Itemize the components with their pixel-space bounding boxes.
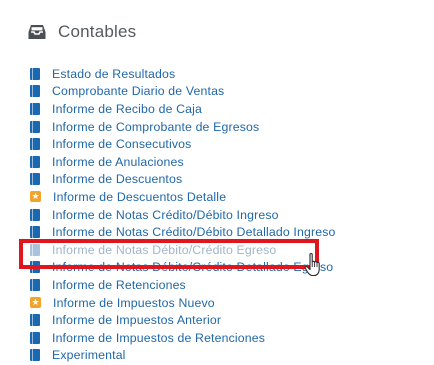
report-link[interactable]: Comprobante Diario de Ventas [30, 83, 336, 101]
report-link[interactable]: Informe de Impuestos de Retenciones [30, 329, 336, 347]
report-link[interactable]: Informe de Retenciones [30, 276, 336, 294]
report-link[interactable]: ★ Informe de Descuentos Detalle [30, 188, 336, 206]
contables-panel: Contables Estado de Resultados Comprobant… [0, 0, 434, 365]
report-label: Informe de Impuestos Nuevo [53, 295, 215, 310]
section-title: Contables [58, 22, 137, 41]
book-icon [30, 349, 40, 362]
book-icon [30, 102, 40, 115]
report-link[interactable]: Informe de Recibo de Caja [30, 100, 336, 118]
report-label: Informe de Impuestos de Retenciones [52, 330, 266, 345]
report-label: Estado de Resultados [52, 66, 176, 81]
report-link[interactable]: Estado de Resultados [30, 65, 336, 83]
report-link[interactable]: Experimental [30, 347, 336, 365]
star-icon: ★ [30, 191, 41, 203]
book-icon [30, 120, 40, 133]
book-icon [30, 85, 40, 98]
book-icon [30, 331, 40, 344]
inbox-icon [28, 25, 46, 39]
report-label: Informe de Impuestos Anterior [52, 313, 222, 328]
report-label: Informe de Comprobante de Egresos [52, 119, 260, 134]
report-label: Informe de Consecutivos [52, 137, 192, 152]
report-label: Experimental [52, 348, 126, 363]
highlight-box [19, 239, 319, 269]
report-label: Informe de Retenciones [52, 277, 186, 292]
report-link[interactable]: Informe de Notas Crédito/Débito Ingreso [30, 206, 336, 224]
book-icon [30, 67, 40, 80]
report-label: Informe de Descuentos Detalle [53, 189, 227, 204]
book-icon [30, 208, 40, 221]
book-icon [30, 278, 40, 291]
report-link[interactable]: Informe de Comprobante de Egresos [30, 118, 336, 136]
book-icon [30, 226, 40, 239]
book-icon [30, 173, 40, 186]
report-link[interactable]: Informe de Consecutivos [30, 135, 336, 153]
report-link[interactable]: ★ Informe de Impuestos Nuevo [30, 294, 336, 312]
book-icon [30, 155, 40, 168]
report-link[interactable]: Informe de Descuentos [30, 171, 336, 189]
report-link[interactable]: Informe de Impuestos Anterior [30, 311, 336, 329]
report-link[interactable]: Informe de Anulaciones [30, 153, 336, 171]
book-icon [30, 138, 40, 151]
report-list: Estado de Resultados Comprobante Diario d… [30, 65, 336, 364]
report-label: Informe de Descuentos [52, 172, 183, 187]
report-label: Comprobante Diario de Ventas [52, 84, 225, 99]
report-label: Informe de Notas Crédito/Débito Ingreso [52, 207, 279, 222]
report-label: Informe de Recibo de Caja [52, 101, 203, 116]
book-icon [30, 314, 40, 327]
section-header: Contables [28, 22, 136, 42]
star-icon: ★ [30, 297, 41, 309]
report-label: Informe de Anulaciones [52, 154, 184, 169]
hand-cursor-icon [304, 252, 320, 277]
report-label: Informe de Notas Crédito/Débito Detallad… [52, 225, 336, 240]
